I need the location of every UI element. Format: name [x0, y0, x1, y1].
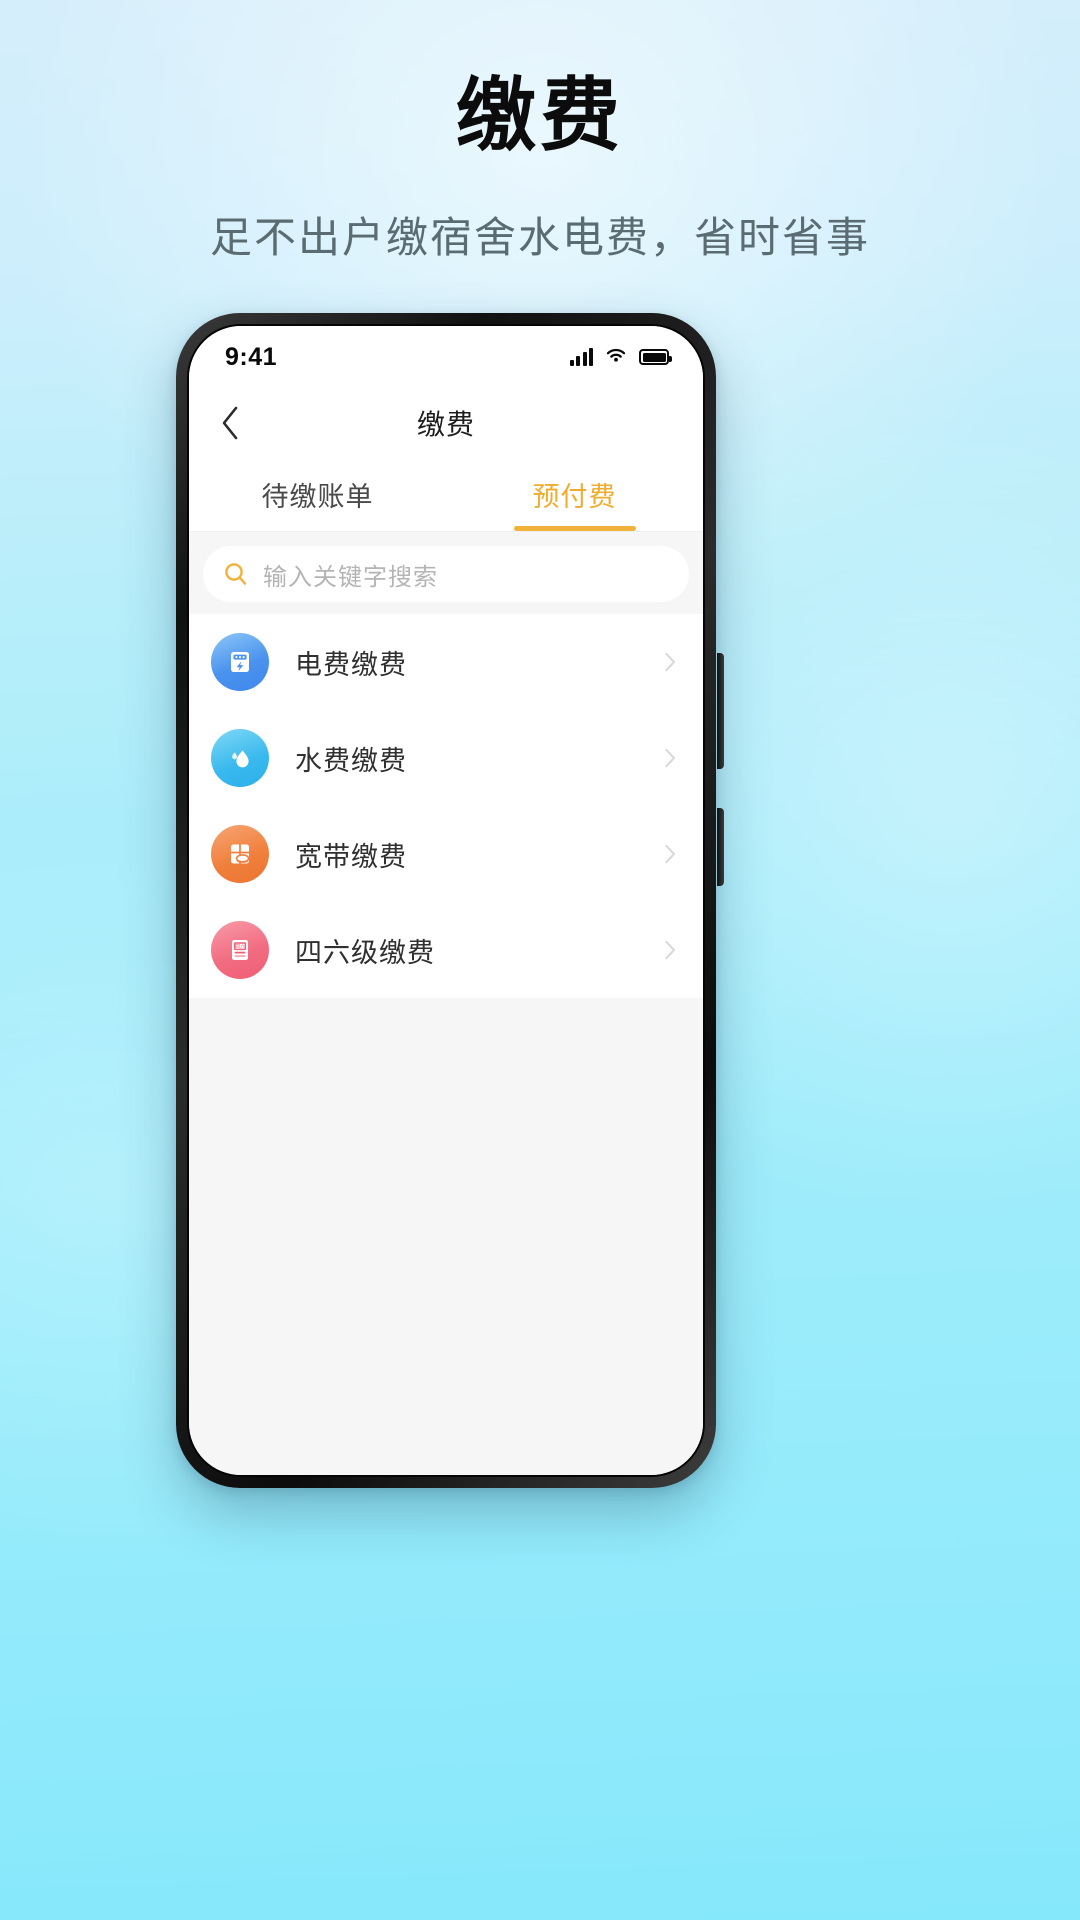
wifi-icon	[604, 346, 628, 369]
tab-bar: 待缴账单 预付费	[189, 458, 703, 532]
broadband-router-icon	[211, 825, 269, 883]
search-icon	[225, 563, 247, 585]
list-item[interactable]: 水费缴费	[189, 710, 703, 806]
tab-prepaid[interactable]: 预付费	[446, 458, 703, 531]
tab-label: 待缴账单	[261, 482, 374, 512]
chevron-right-icon	[665, 940, 676, 960]
service-list: 电费缴费 水费缴费 宽带缴费 四六 四六级缴费	[189, 614, 703, 998]
search-input[interactable]: 输入关键字搜索	[203, 546, 689, 602]
list-empty-area	[189, 998, 703, 1475]
list-item-label: 水费缴费	[295, 745, 407, 776]
list-item-label: 电费缴费	[295, 649, 407, 680]
page-title: 缴费	[456, 71, 624, 160]
status-icons	[569, 346, 672, 369]
phone-mockup: 9:41 缴费 待缴账单 预付费 输入关键字搜索 电费缴费 水费缴费 宽带缴费 …	[176, 313, 724, 1488]
cet-exam-book-icon: 四六	[211, 921, 269, 979]
tab-underline	[513, 526, 636, 531]
promo-header: 缴费 足不出户缴宿舍水电费，省时省事	[0, 0, 1080, 265]
search-placeholder: 输入关键字搜索	[263, 563, 438, 591]
electricity-meter-icon	[211, 633, 269, 691]
list-item[interactable]: 电费缴费	[189, 614, 703, 710]
nav-bar: 缴费	[189, 388, 703, 458]
water-drop-icon	[211, 729, 269, 787]
list-item-label: 四六级缴费	[295, 937, 435, 968]
chevron-right-icon	[665, 748, 676, 768]
status-bar: 9:41	[189, 326, 703, 388]
chevron-right-icon	[665, 652, 676, 672]
cellular-signal-icon	[569, 348, 593, 366]
list-item[interactable]: 四六 四六级缴费	[189, 902, 703, 998]
page-subtitle: 足不出户缴宿舍水电费，省时省事	[209, 214, 870, 261]
tab-label: 预付费	[532, 482, 617, 512]
battery-icon	[639, 349, 672, 365]
tab-unpaid-bills[interactable]: 待缴账单	[189, 458, 446, 531]
volume-button[interactable]	[717, 653, 724, 769]
search-section: 输入关键字搜索	[189, 532, 703, 614]
svg-text:四六: 四六	[235, 943, 245, 950]
list-item[interactable]: 宽带缴费	[189, 806, 703, 902]
nav-title: 缴费	[416, 409, 475, 440]
status-time: 9:41	[225, 342, 278, 371]
phone-screen: 9:41 缴费 待缴账单 预付费 输入关键字搜索 电费缴费 水费缴费 宽带缴费 …	[187, 324, 705, 1477]
chevron-right-icon	[665, 844, 676, 864]
list-item-label: 宽带缴费	[295, 841, 407, 872]
power-button[interactable]	[717, 808, 724, 886]
